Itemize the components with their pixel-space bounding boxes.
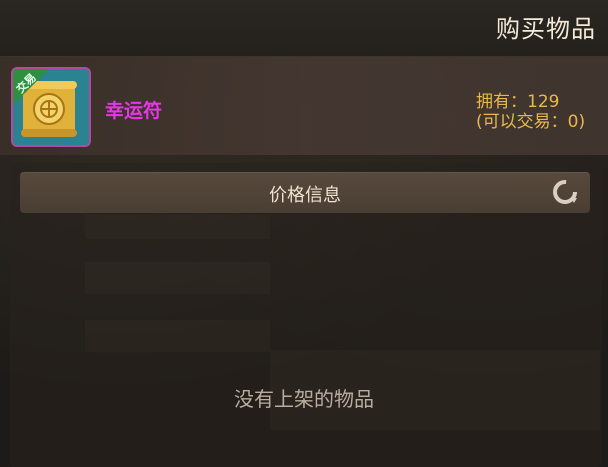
refresh-icon <box>553 180 577 204</box>
window-title: 购买物品 <box>496 15 596 43</box>
refresh-button[interactable] <box>550 177 580 207</box>
price-info-header: 价格信息 <box>20 172 590 213</box>
item-icon[interactable]: 交易 <box>11 67 91 147</box>
title-bar: 购买物品 <box>0 0 608 57</box>
price-info-label: 价格信息 <box>269 185 341 206</box>
empty-listing-message: 没有上架的物品 <box>234 387 374 411</box>
item-name: 幸运符 <box>105 100 163 122</box>
tradable-count: (可以交易：0) <box>476 112 586 132</box>
